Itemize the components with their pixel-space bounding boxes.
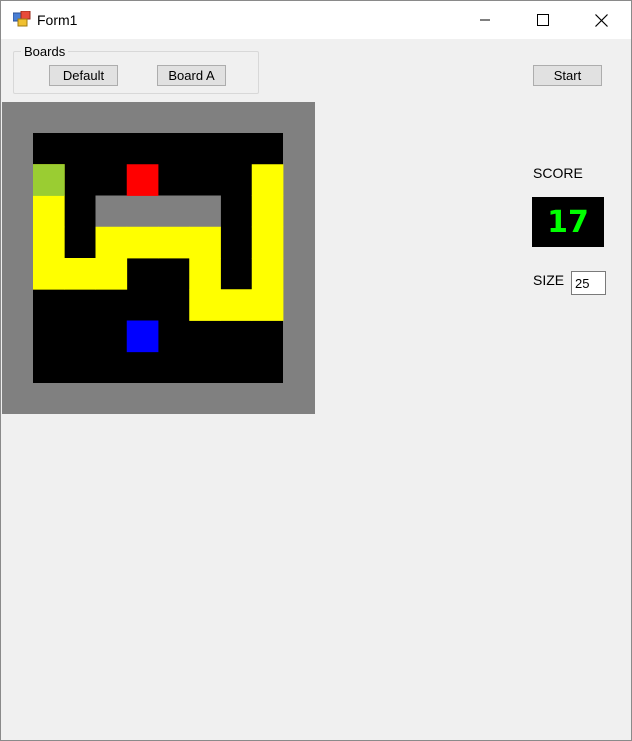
snake-cell xyxy=(189,226,221,259)
obstacle-cell xyxy=(95,195,128,228)
title-bar[interactable]: Form1 xyxy=(1,1,631,39)
snake-cell xyxy=(189,289,221,321)
snake-cell xyxy=(251,164,284,196)
snake-cell xyxy=(126,226,159,259)
snake-tail-cell xyxy=(33,164,65,196)
snake-cell xyxy=(220,289,253,321)
obstacle-cell xyxy=(189,195,221,228)
score-value: 17 xyxy=(547,204,589,240)
score-display: 17 xyxy=(532,197,604,247)
food-cell xyxy=(126,164,159,196)
snake-cell xyxy=(158,226,190,259)
start-button[interactable]: Start xyxy=(533,65,602,86)
snake-cell xyxy=(251,226,284,259)
minimize-button[interactable] xyxy=(456,1,514,39)
maximize-icon xyxy=(537,14,549,26)
maximize-button[interactable] xyxy=(514,1,572,39)
close-button[interactable] xyxy=(572,1,630,39)
player-cell xyxy=(126,320,159,353)
score-label: SCORE xyxy=(533,165,583,181)
default-board-button[interactable]: Default xyxy=(49,65,118,86)
close-icon xyxy=(594,13,608,27)
snake-cell xyxy=(95,226,128,259)
board-a-button[interactable]: Board A xyxy=(157,65,226,86)
snake-cell xyxy=(64,258,96,290)
app-window: Form1 Boards Default Board A Start SCORE… xyxy=(0,0,632,741)
game-board-canvas xyxy=(33,133,284,383)
app-icon xyxy=(12,10,31,27)
window-title: Form1 xyxy=(37,12,78,28)
minimize-icon xyxy=(479,14,491,26)
snake-cell xyxy=(33,226,65,259)
snake-cell xyxy=(251,195,284,228)
obstacle-cell xyxy=(158,195,190,228)
game-board[interactable] xyxy=(2,102,315,414)
boards-group-label: Boards xyxy=(21,44,69,59)
snake-cell xyxy=(251,258,284,290)
obstacle-cell xyxy=(126,195,159,228)
size-label: SIZE xyxy=(533,272,565,288)
snake-cell xyxy=(251,289,284,321)
snake-cell xyxy=(95,258,128,290)
snake-cell xyxy=(33,258,65,290)
size-input[interactable] xyxy=(571,271,606,295)
snake-cell xyxy=(189,258,221,290)
snake-cell xyxy=(33,195,65,228)
